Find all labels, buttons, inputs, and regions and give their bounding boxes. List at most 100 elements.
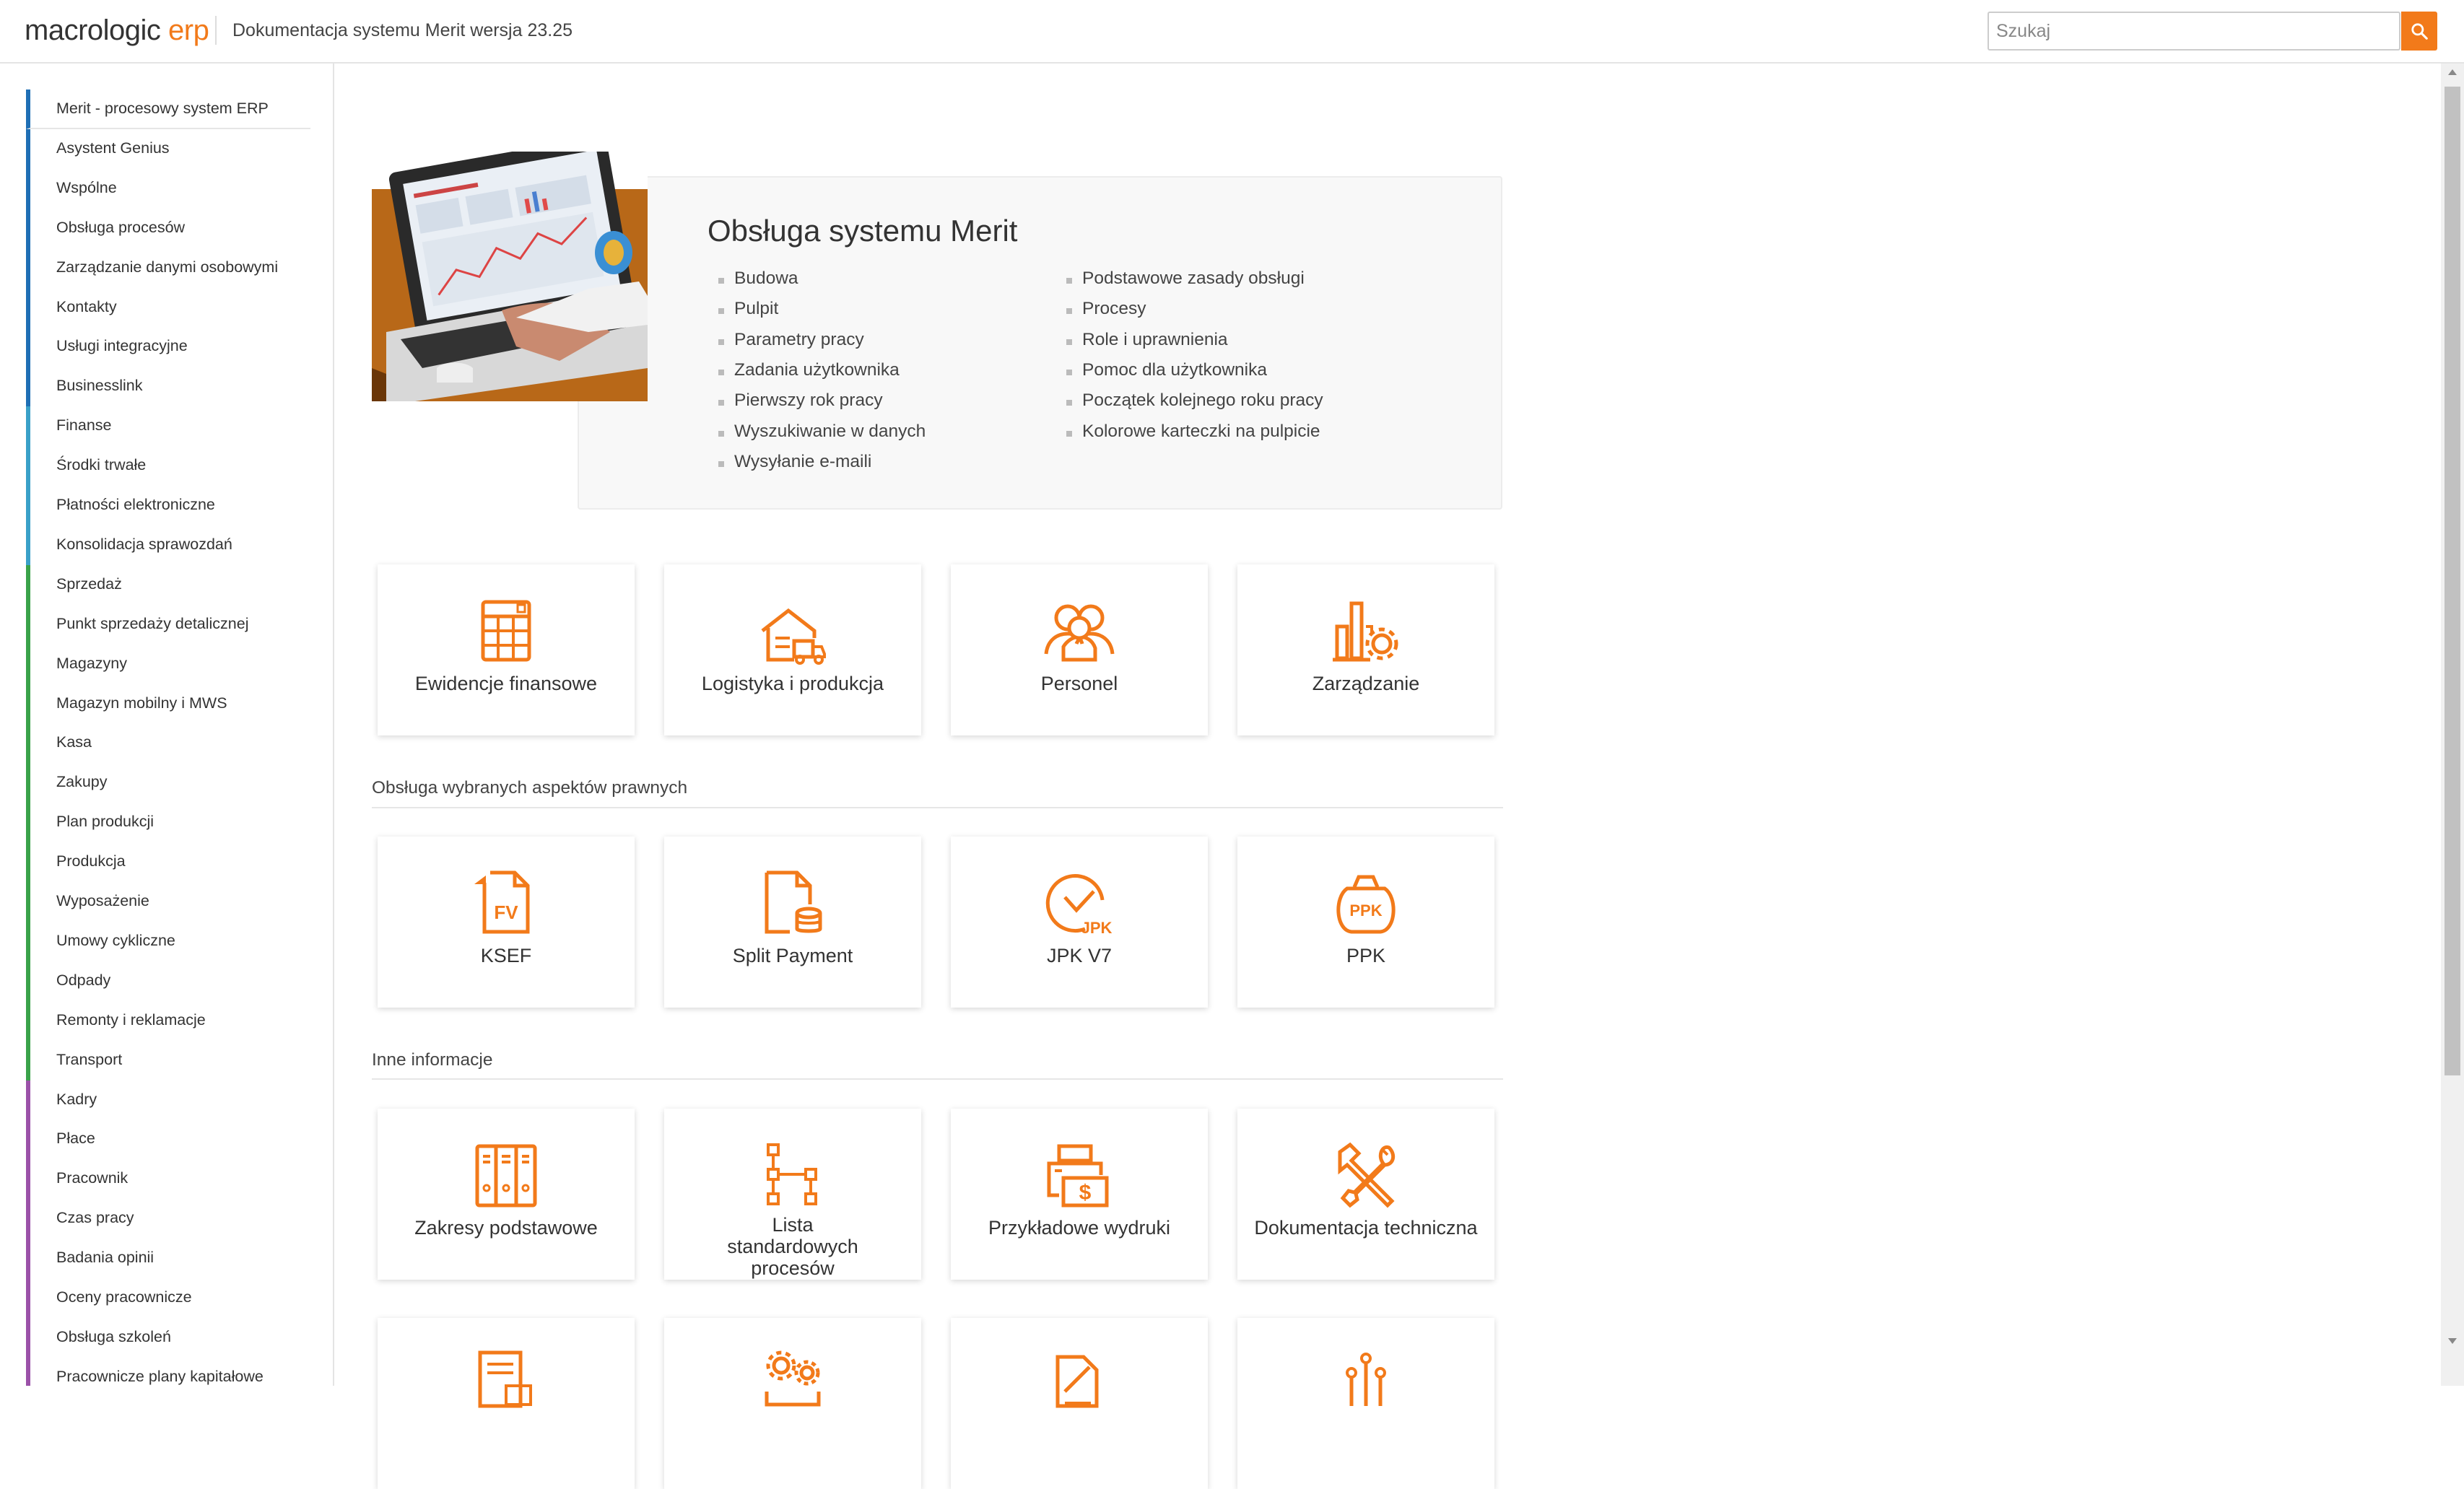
section-divider bbox=[372, 1078, 1503, 1080]
sidebar-item[interactable]: Asystent Genius bbox=[26, 128, 310, 169]
category-card[interactable]: FV KSEF bbox=[378, 837, 635, 1008]
tools-icon bbox=[1338, 1142, 1396, 1208]
sidebar-item-label: Magazyny bbox=[56, 654, 127, 672]
sidebar-item-label: Remonty i reklamacje bbox=[56, 1010, 206, 1029]
sidebar-item-label: Businesslink bbox=[56, 377, 143, 395]
sidebar-item-label: Oceny pracownicze bbox=[56, 1288, 192, 1306]
sidebar-item[interactable]: Badania opinii bbox=[26, 1239, 310, 1279]
scrollbar-thumb[interactable] bbox=[2445, 87, 2460, 1075]
hero-link[interactable]: Role i uprawnienia bbox=[1066, 330, 1228, 350]
sidebar-item[interactable]: Magazyn mobilny i MWS bbox=[26, 684, 310, 724]
binders-icon bbox=[475, 1144, 537, 1208]
hero-link[interactable]: Podstawowe zasady obsługi bbox=[1066, 268, 1305, 289]
warehouse-truck-icon bbox=[761, 608, 826, 665]
sidebar-item[interactable]: Usługi integracyjne bbox=[26, 327, 310, 367]
hero-link[interactable]: Pomoc dla użytkownika bbox=[1066, 360, 1267, 380]
sidebar-item[interactable]: Środki trwałe bbox=[26, 446, 310, 486]
hero-link[interactable]: Kolorowe karteczki na pulpicie bbox=[1066, 422, 1320, 442]
category-card[interactable] bbox=[1237, 1318, 1494, 1489]
hero-link[interactable]: Wysyłanie e-maili bbox=[718, 452, 871, 472]
sidebar-item[interactable]: Odpady bbox=[26, 961, 310, 1001]
hero-link[interactable]: Procesy bbox=[1066, 299, 1146, 319]
sidebar-item-label: Asystent Genius bbox=[56, 139, 170, 157]
category-card[interactable]: Lista standardowych procesów bbox=[664, 1109, 921, 1280]
sidebar-item[interactable]: Umowy cykliczne bbox=[26, 921, 310, 961]
svg-text:PPK: PPK bbox=[1349, 901, 1382, 920]
sidebar-item[interactable]: Zakupy bbox=[26, 763, 310, 803]
people-icon bbox=[1044, 604, 1115, 662]
scroll-down-arrow-icon[interactable] bbox=[2448, 1338, 2457, 1344]
category-card[interactable]: Split Payment bbox=[664, 837, 921, 1008]
category-card[interactable]: JPK JPK V7 bbox=[951, 837, 1208, 1008]
hero-link[interactable]: Wyszukiwanie w danych bbox=[718, 422, 926, 442]
hero-link[interactable]: Początek kolejnego roku pracy bbox=[1066, 390, 1323, 411]
card-label: Lista standardowych procesów bbox=[727, 1214, 858, 1279]
sidebar-item-label: Czas pracy bbox=[56, 1209, 134, 1227]
category-card[interactable]: Ewidencje finansowe bbox=[378, 564, 635, 735]
sidebar-item[interactable]: Punkt sprzedaży detalicznej bbox=[26, 604, 310, 645]
category-card[interactable]: Personel bbox=[951, 564, 1208, 735]
sidebar-item[interactable]: Oceny pracownicze bbox=[26, 1278, 310, 1318]
svg-text:$: $ bbox=[1079, 1181, 1092, 1205]
documentation-title: Dokumentacja systemu Merit wersja 23.25 bbox=[232, 20, 573, 40]
sidebar-item-label: Płatności elektroniczne bbox=[56, 496, 215, 513]
ppk-bag-icon: PPK bbox=[1336, 875, 1396, 934]
sidebar-item[interactable]: Businesslink bbox=[26, 367, 310, 407]
sidebar-item[interactable]: Pracownicze plany kapitałowe bbox=[26, 1357, 310, 1386]
sidebar-item[interactable]: Produkcja bbox=[26, 842, 310, 883]
category-card[interactable]: Logistyka i produkcja bbox=[664, 564, 921, 735]
sidebar-item[interactable]: Magazyny bbox=[26, 644, 310, 684]
hero-link[interactable]: Parametry pracy bbox=[718, 330, 864, 350]
sidebar-item-label: Plan produkcji bbox=[56, 813, 154, 831]
sidebar-item[interactable]: Pracownik bbox=[26, 1159, 310, 1200]
sidebar-item-label: Kasa bbox=[56, 733, 92, 751]
category-card[interactable]: Dokumentacja techniczna bbox=[1237, 1109, 1494, 1280]
macrologic-logo[interactable]: macrologic erp bbox=[25, 14, 209, 47]
sidebar-item-label: Obsługa procesów bbox=[56, 218, 186, 236]
circuit-icon bbox=[1346, 1353, 1386, 1406]
sidebar-item[interactable]: Remonty i reklamacje bbox=[26, 1000, 310, 1041]
page-scrollbar[interactable] bbox=[2441, 64, 2464, 1386]
category-card[interactable]: Zarządzanie bbox=[1237, 564, 1494, 735]
hero-link[interactable]: Budowa bbox=[718, 268, 798, 289]
sidebar-item[interactable]: Płace bbox=[26, 1119, 310, 1160]
flowchart-icon bbox=[767, 1143, 817, 1205]
search-button[interactable] bbox=[2401, 12, 2437, 51]
section-title: Inne informacje bbox=[372, 1050, 493, 1070]
sidebar-item[interactable]: Wspólne bbox=[26, 168, 310, 209]
hero-link[interactable]: Pulpit bbox=[718, 299, 778, 319]
category-card[interactable] bbox=[951, 1318, 1208, 1489]
sidebar-item[interactable]: Obsługa szkoleń bbox=[26, 1317, 310, 1358]
category-card[interactable]: $ Przykładowe wydruki bbox=[951, 1109, 1208, 1280]
category-card[interactable] bbox=[378, 1318, 635, 1489]
sidebar-item[interactable]: Kadry bbox=[26, 1080, 310, 1120]
sidebar-item[interactable]: Kasa bbox=[26, 723, 310, 764]
card-label: Przykładowe wydruki bbox=[988, 1217, 1171, 1239]
sidebar-item[interactable]: Kontakty bbox=[26, 287, 310, 328]
sidebar-item[interactable]: Zarządzanie danymi osobowymi bbox=[26, 248, 310, 288]
sidebar-item[interactable]: Czas pracy bbox=[26, 1199, 310, 1239]
search-input[interactable] bbox=[1988, 12, 2400, 51]
scroll-up-arrow-icon[interactable] bbox=[2448, 69, 2457, 75]
hero-link[interactable]: Zadania użytkownika bbox=[718, 360, 900, 380]
sidebar-item[interactable]: Transport bbox=[26, 1040, 310, 1080]
sidebar-item-label: Magazyn mobilny i MWS bbox=[56, 694, 227, 712]
edit-document-icon bbox=[1055, 1355, 1099, 1408]
sidebar-item[interactable]: Sprzedaż bbox=[26, 564, 310, 605]
sidebar-item[interactable]: Plan produkcji bbox=[26, 803, 310, 843]
sidebar-item[interactable]: Merit - procesowy system ERP bbox=[26, 89, 310, 129]
gears-icon bbox=[765, 1350, 821, 1407]
section-divider bbox=[372, 807, 1503, 808]
card-label: Zarządzanie bbox=[1312, 673, 1420, 694]
category-card[interactable]: Zakresy podstawowe bbox=[378, 1109, 635, 1280]
card-label: Logistyka i produkcja bbox=[701, 673, 884, 694]
sidebar-item[interactable]: Obsługa procesów bbox=[26, 208, 310, 248]
category-card[interactable] bbox=[664, 1318, 921, 1489]
sidebar-item[interactable]: Wyposażenie bbox=[26, 882, 310, 922]
hero-link[interactable]: Pierwszy rok pracy bbox=[718, 390, 883, 411]
sidebar-item[interactable]: Płatności elektroniczne bbox=[26, 486, 310, 525]
category-card[interactable]: PPK PPK bbox=[1237, 837, 1494, 1008]
sidebar-item[interactable]: Konsolidacja sprawozdań bbox=[26, 525, 310, 565]
card-label: Ewidencje finansowe bbox=[414, 673, 598, 694]
sidebar-item[interactable]: Finanse bbox=[26, 406, 310, 447]
